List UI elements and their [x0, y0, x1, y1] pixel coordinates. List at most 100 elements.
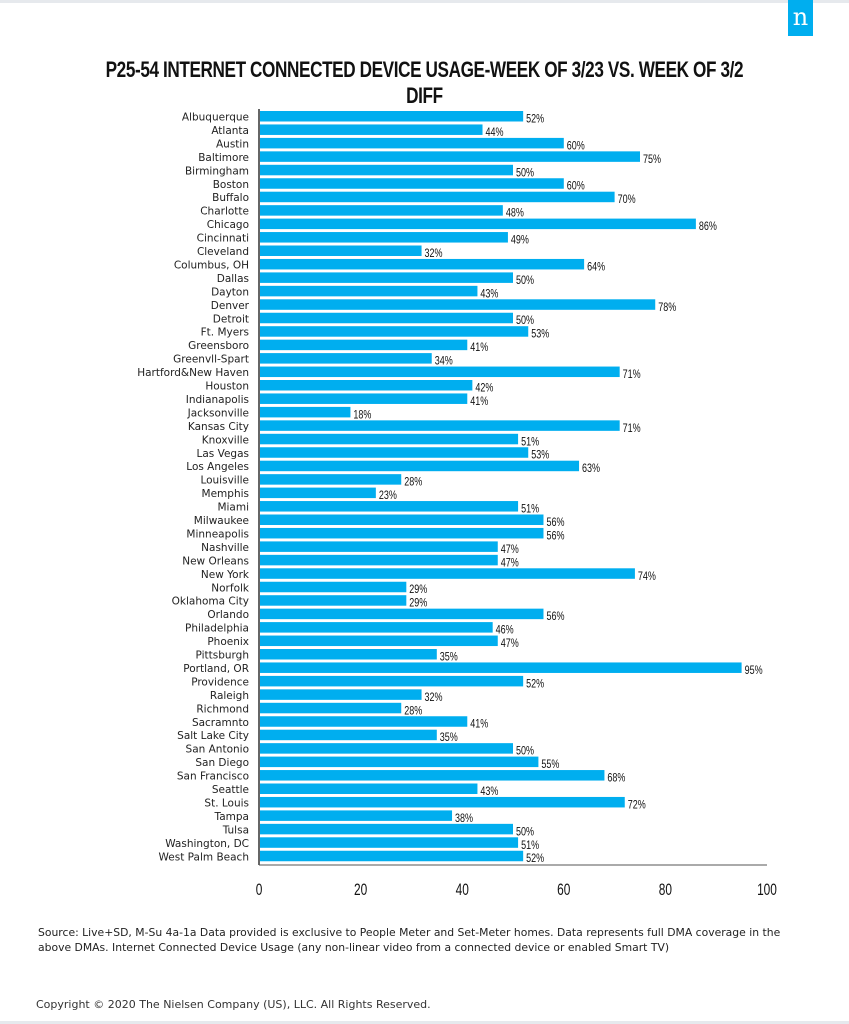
data-label: 41%: [470, 718, 488, 732]
data-label: 34%: [435, 354, 453, 368]
data-label: 70%: [618, 193, 636, 207]
data-label: 51%: [521, 435, 539, 449]
bar: [260, 501, 519, 512]
data-label: 95%: [745, 664, 763, 678]
data-label: 51%: [521, 502, 539, 516]
bar: [260, 649, 437, 660]
data-label: 47%: [501, 637, 519, 651]
category-label: Las Vegas: [197, 448, 250, 460]
category-label: San Antonio: [186, 744, 249, 756]
bar: [260, 608, 544, 620]
bar: [260, 326, 529, 337]
data-label: 75%: [643, 153, 661, 167]
bar: [260, 111, 524, 122]
bar: [260, 380, 473, 391]
category-label: Oklahoma City: [172, 596, 249, 608]
category-label: Sacramnto: [192, 717, 249, 729]
category-label: Houston: [205, 381, 249, 393]
category-label: Denver: [211, 300, 250, 312]
bar: [260, 675, 524, 687]
category-label: West Palm Beach: [159, 851, 249, 863]
category-label: Baltimore: [198, 152, 249, 164]
data-label: 46%: [496, 623, 514, 637]
category-labels-group: AlbuquerqueAtlantaAustin BaltimoreBirming…: [137, 112, 250, 864]
bar: [260, 514, 544, 525]
data-label: 68%: [607, 771, 625, 785]
category-label: Tulsa: [222, 824, 249, 836]
data-label: 29%: [409, 583, 427, 597]
bar-chart: AlbuquerqueAtlantaAustin BaltimoreBirming…: [137, 109, 777, 900]
category-label: Columbus, OH: [174, 259, 249, 271]
bar: [260, 218, 696, 230]
data-label: 41%: [470, 341, 488, 355]
bar: [260, 285, 478, 297]
data-label: 52%: [526, 112, 544, 126]
bar: [260, 783, 478, 794]
data-label: 60%: [567, 180, 585, 194]
data-label: 64%: [587, 260, 605, 274]
category-label: San Diego: [195, 757, 249, 769]
category-label: Kansas City: [188, 421, 249, 433]
category-label: Washington, DC: [165, 838, 249, 850]
category-label: Philadelphia: [185, 623, 249, 635]
category-label: Phoenix: [207, 636, 249, 648]
bar: [260, 164, 513, 176]
data-label: 42%: [475, 381, 493, 395]
bar: [260, 796, 625, 808]
x-tick-label: 80: [659, 881, 672, 900]
bar: [260, 353, 432, 364]
data-label: 55%: [541, 758, 559, 772]
data-label: 60%: [567, 139, 585, 153]
data-label: 32%: [425, 247, 443, 261]
category-label: New York: [201, 569, 250, 581]
category-label: Chicago: [207, 219, 249, 231]
category-label: Albuquerque: [182, 112, 249, 124]
bar: [260, 635, 498, 647]
data-label: 32%: [425, 691, 443, 705]
data-label: 56%: [546, 516, 564, 530]
category-label: Buffalo: [212, 192, 249, 204]
category-label: Portland, OR: [183, 663, 249, 675]
bar: [260, 689, 422, 700]
data-label: 78%: [658, 301, 676, 315]
x-tick-label: 20: [354, 881, 367, 900]
bar: [260, 743, 513, 754]
bar: [260, 232, 508, 243]
x-tick-label: 0: [256, 881, 263, 900]
category-label: Providence: [191, 676, 249, 688]
category-label: Boston: [213, 179, 249, 191]
bars-group: [260, 111, 742, 862]
data-label: 48%: [506, 206, 524, 220]
source-note: Source: Live+SD, M-Su 4a-1a Data provide…: [38, 926, 781, 954]
bar: [260, 245, 422, 256]
category-label: Louisville: [200, 475, 249, 487]
category-label: Orlando: [207, 609, 249, 621]
bar: [260, 729, 437, 741]
bar: [260, 527, 544, 539]
bar: [260, 299, 656, 310]
data-label: 18%: [353, 408, 371, 422]
category-label: Raleigh: [210, 690, 249, 702]
category-label: Nashville: [201, 542, 249, 554]
data-label: 47%: [501, 556, 519, 570]
bar: [260, 662, 742, 673]
category-label: Hartford&New Haven: [137, 367, 249, 379]
data-label: 44%: [486, 126, 504, 140]
category-label: Miami: [217, 502, 249, 514]
bar: [260, 433, 519, 445]
bar: [260, 339, 468, 351]
category-label: Dallas: [217, 273, 249, 285]
x-tick-label: 40: [456, 881, 469, 900]
category-label: Detroit: [213, 313, 249, 325]
data-label: 72%: [628, 798, 646, 812]
bar: [260, 756, 539, 768]
data-label: 56%: [546, 610, 564, 624]
data-label: 41%: [470, 395, 488, 409]
bar: [260, 124, 483, 135]
bar: [260, 447, 529, 458]
data-label: 52%: [526, 677, 544, 691]
data-label: 28%: [404, 704, 422, 718]
category-label: Los Angeles: [186, 461, 249, 473]
data-label: 50%: [516, 166, 534, 180]
bar: [260, 137, 564, 149]
